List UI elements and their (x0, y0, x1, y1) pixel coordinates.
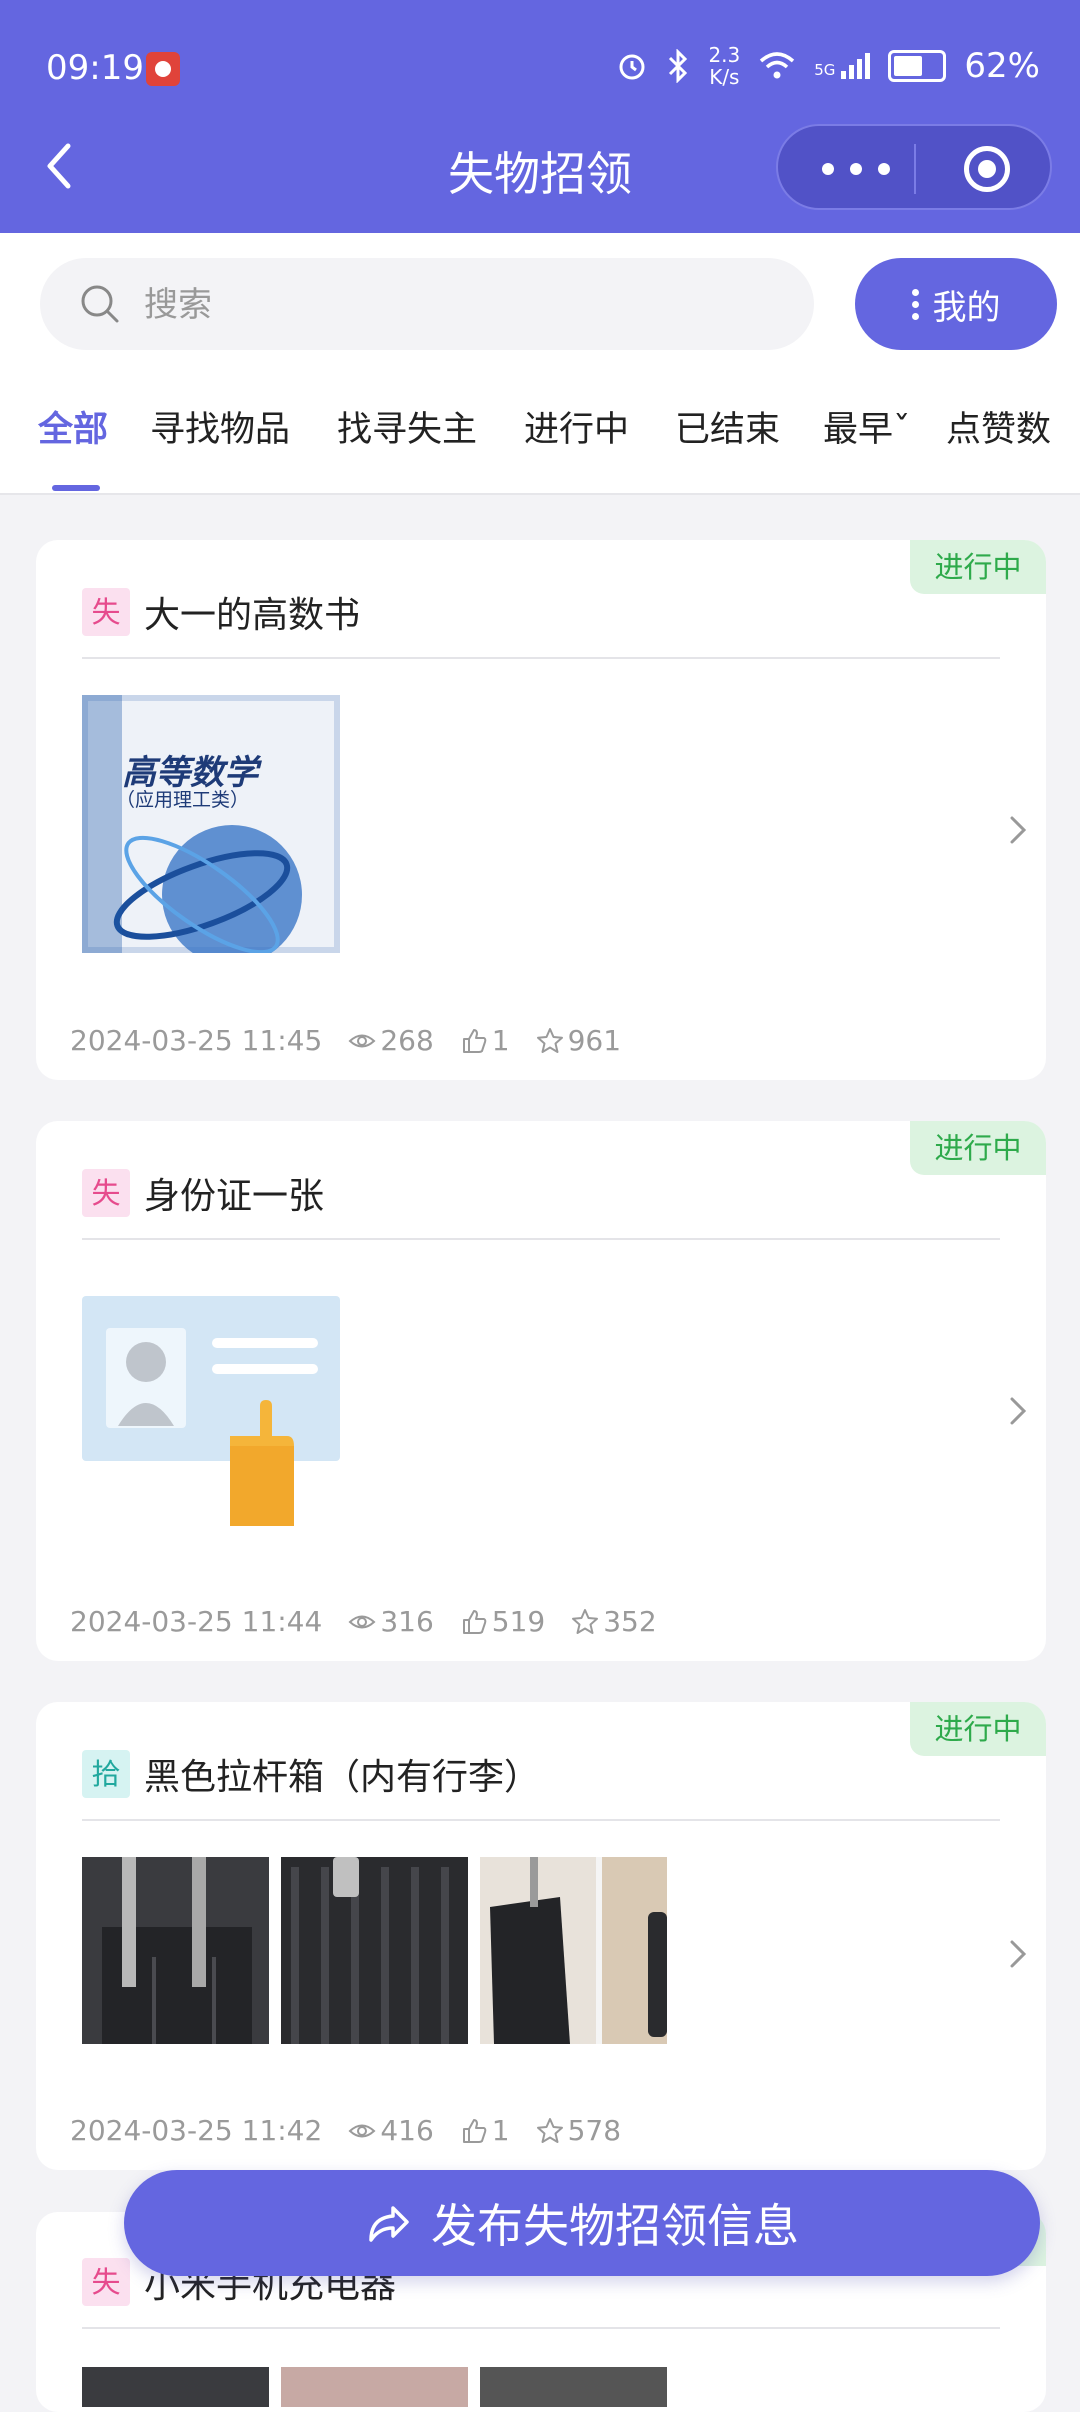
post-image[interactable] (281, 2367, 468, 2407)
app-header: 09:19 2.3 K/s 5G 62% 失物招领 (0, 0, 1080, 233)
post-meta: 2024-03-25 11:42 416 1 578 (70, 2114, 621, 2147)
tab-in-progress[interactable]: 进行中 (524, 401, 629, 452)
tab-all[interactable]: 全部 (38, 401, 108, 452)
post-image[interactable] (281, 1857, 468, 2044)
search-input[interactable] (142, 274, 766, 336)
post-image[interactable] (480, 2367, 667, 2407)
post-date: 2024-03-25 11:44 (70, 1605, 323, 1638)
views-count: 316 (348, 1605, 434, 1638)
eye-icon (348, 1034, 376, 1047)
post-meta: 2024-03-25 11:44 316 519 352 (70, 1605, 657, 1638)
tab-looking-for-owner[interactable]: 找寻失主 (337, 401, 477, 452)
search-box[interactable] (40, 258, 814, 350)
suitcase-photo (480, 1857, 667, 2044)
publish-label: 发布失物招领信息 (431, 2199, 799, 2253)
post-image[interactable]: 高等数学 （应用理工类） (82, 695, 340, 953)
capsule-divider (914, 144, 916, 194)
stars-count[interactable]: 352 (571, 1605, 657, 1638)
chevron-right-icon (1010, 1397, 1027, 1425)
card-title-row: 失 大一的高数书 (82, 586, 360, 638)
card-title-row: 拾 黑色拉杆箱（内有行李） (82, 1748, 540, 1800)
post-date: 2024-03-25 11:42 (70, 2114, 323, 2147)
stars-count[interactable]: 578 (536, 2114, 621, 2147)
status-badge: 进行中 (910, 1702, 1046, 1756)
post-image[interactable] (82, 1296, 340, 1536)
post-title: 大一的高数书 (144, 595, 361, 636)
star-icon (536, 2117, 563, 2143)
type-tag: 拾 (82, 1750, 130, 1798)
share-arrow-icon (369, 2206, 409, 2242)
mini-program-capsule (776, 124, 1052, 210)
post-title: 身份证一张 (144, 1176, 325, 1217)
status-time: 09:19 (46, 48, 144, 88)
likes-count[interactable]: 1 (460, 1024, 510, 1057)
my-posts-button[interactable]: 我的 (855, 258, 1057, 350)
tab-sort-likes[interactable]: 点赞数 (946, 401, 1051, 452)
star-icon (572, 1608, 599, 1634)
post-image[interactable] (480, 1857, 667, 2044)
chevron-right-icon (1010, 816, 1027, 844)
publish-post-button[interactable]: 发布失物招领信息 (124, 2170, 1040, 2276)
card-divider (82, 1238, 1000, 1240)
suitcase-photo (281, 1857, 468, 2044)
likes-count[interactable]: 1 (460, 2114, 510, 2147)
wifi-icon (760, 52, 795, 79)
views-count: 268 (348, 1024, 434, 1057)
chevron-right-icon (1010, 1940, 1027, 1968)
post-card[interactable]: 进行中 失 大一的高数书 高等数学 （应用理工类） 2024-03-25 11:… (36, 540, 1046, 1080)
post-card[interactable]: 进行中 拾 黑色拉杆箱（内有行李） 2024-03-25 11:42 416 1… (36, 1702, 1046, 2170)
notification-app-icon (146, 52, 180, 86)
battery-icon (888, 50, 947, 82)
eye-icon (348, 2124, 376, 2137)
kebab-icon (911, 288, 919, 320)
my-posts-label: 我的 (932, 287, 1001, 328)
tab-ended[interactable]: 已结束 (675, 401, 780, 452)
post-image[interactable] (82, 2367, 269, 2407)
type-tag: 失 (82, 2258, 130, 2306)
card-divider (82, 1819, 1000, 1821)
cell-signal-icon: 5G (814, 53, 871, 79)
card-divider (82, 2327, 1000, 2329)
net-speed: 2.3 K/s (708, 43, 741, 89)
id-card-icon (82, 1296, 340, 1526)
active-tab-indicator (52, 485, 100, 491)
post-date: 2024-03-25 11:45 (70, 1024, 323, 1057)
thumbs-up-icon (462, 2118, 487, 2143)
card-title-row: 失 身份证一张 (82, 1167, 324, 1219)
textbook-photo (82, 695, 340, 953)
close-mini-program-icon[interactable] (964, 146, 1010, 192)
book-subtitle-text: （应用理工类） (116, 789, 250, 811)
status-badge: 进行中 (910, 540, 1046, 594)
alarm-icon (619, 54, 645, 80)
more-options-icon[interactable] (814, 154, 934, 184)
post-card[interactable]: 进行中 失 身份证一张 2024-03-25 11:44 316 519 352 (36, 1121, 1046, 1661)
card-divider (82, 657, 1000, 659)
suitcase-photo (82, 1857, 269, 2044)
thumbs-up-icon (462, 1028, 487, 1053)
star-icon (536, 1027, 563, 1053)
post-image[interactable] (82, 1857, 269, 2044)
tab-looking-for-item[interactable]: 寻找物品 (150, 401, 290, 452)
battery-level: 62% (964, 46, 1040, 86)
search-bar: 我的 (0, 233, 1080, 373)
search-icon (81, 285, 119, 323)
post-title: 黑色拉杆箱（内有行李） (144, 1757, 541, 1798)
tab-sort-earliest[interactable]: 最早ˇ (823, 401, 911, 452)
stars-count[interactable]: 961 (536, 1024, 621, 1057)
post-meta: 2024-03-25 11:45 268 1 961 (70, 1024, 621, 1057)
bluetooth-icon (669, 49, 688, 83)
thumbs-up-icon (462, 1609, 487, 1634)
type-tag: 失 (82, 1169, 130, 1217)
views-count: 416 (348, 2114, 434, 2147)
eye-icon (348, 1615, 376, 1628)
status-icons: 2.3 K/s 5G 62% (616, 44, 1040, 88)
filter-tabs: 全部 寻找物品 找寻失主 进行中 已结束 最早ˇ 点赞数 (0, 373, 1080, 495)
status-badge: 进行中 (910, 1121, 1046, 1175)
type-tag: 失 (82, 588, 130, 636)
likes-count[interactable]: 519 (460, 1605, 545, 1638)
